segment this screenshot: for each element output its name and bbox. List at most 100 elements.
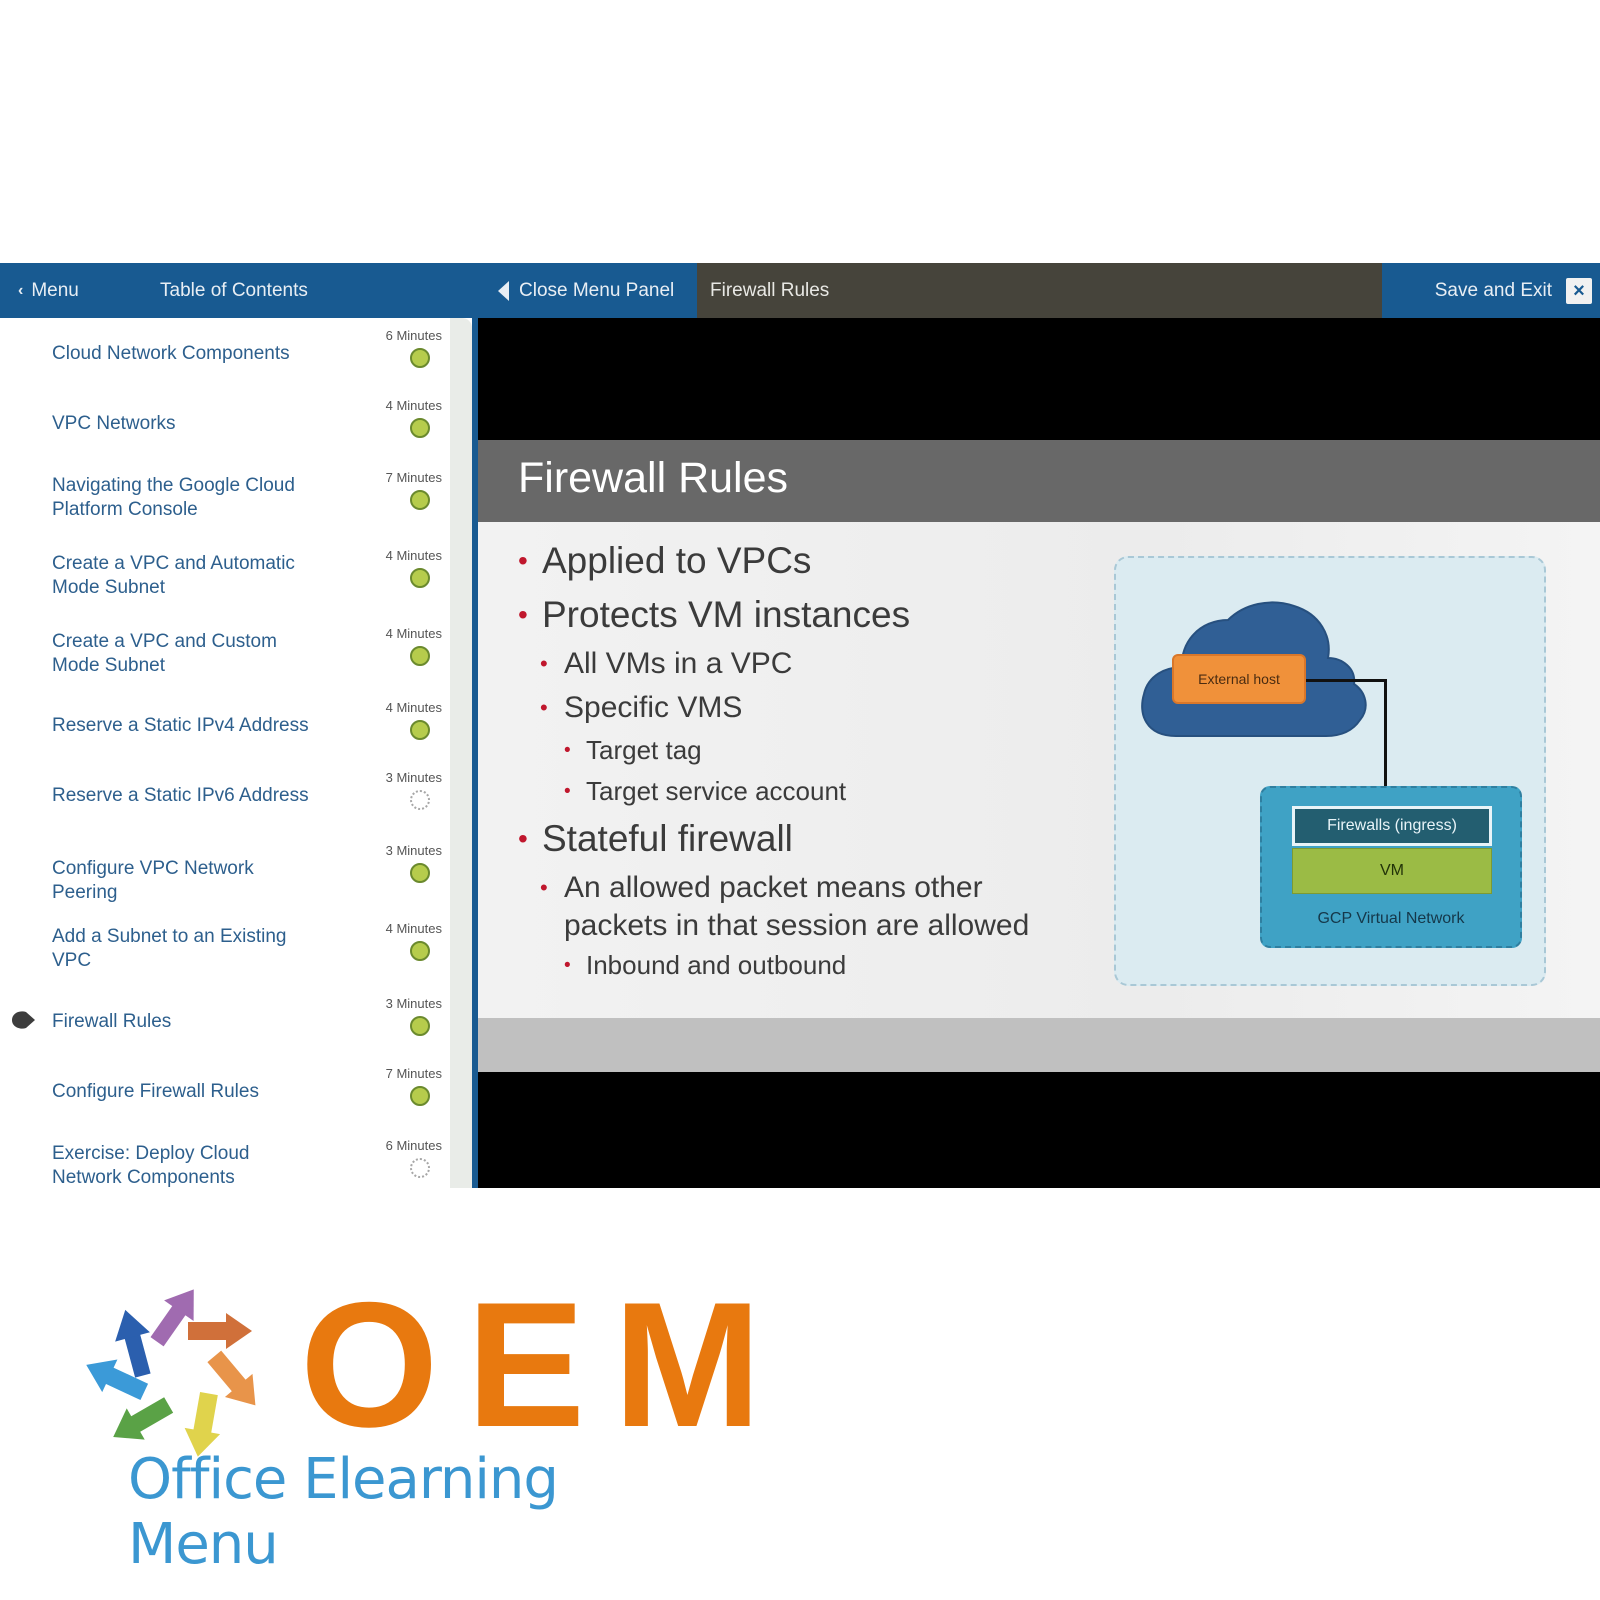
toc-item-duration: 3 Minutes [385,843,442,858]
status-complete-icon [410,646,430,666]
toc-item-duration: 3 Minutes [385,770,442,785]
arrow-icon [150,1289,194,1347]
slide-bullet: • All VMs in a VPC [518,642,1098,686]
toc-item-label: Reserve a Static IPv6 Address [52,785,309,806]
status-complete-icon [410,1086,430,1106]
toc-item-label: VPC Networks [52,413,176,434]
bullet-text: Stateful firewall [542,818,793,859]
player-header: ‹ Menu Table of Contents Close Menu Pane… [0,263,1600,318]
toc-item-duration: 4 Minutes [385,921,442,936]
status-not-started-icon [410,790,430,810]
current-lesson-icon [12,1011,35,1029]
slide: Firewall Rules • Applied to VPCs • Protects… [478,440,1600,1072]
toc-item-duration: 6 Minutes [385,1138,442,1153]
menu-label: Menu [31,279,79,301]
status-complete-icon [410,418,430,438]
toc-item-duration: 4 Minutes [385,548,442,563]
bullet-text: Inbound and outbound [586,950,847,980]
bullet-text: Target service account [586,776,847,806]
bullet-text: Specific VMS [564,691,743,724]
bullet-icon: • [518,545,528,576]
toc-item[interactable]: VPC Networks 4 Minutes [0,398,450,464]
toc-item[interactable]: Create a VPC and Automatic Mode Subnet 4 … [0,548,450,614]
toc-item-duration: 6 Minutes [385,328,442,343]
status-complete-icon [410,720,430,740]
toc-item[interactable]: Reserve a Static IPv4 Address 4 Minutes [0,700,450,766]
toc-item[interactable]: Firewall Rules 3 Minutes [0,996,450,1062]
slide-bullet: • Target tag [518,730,1098,771]
toc-item-label: Configure VPC Network Peering [52,858,254,903]
toc-item[interactable]: Reserve a Static IPv6 Address 3 Minutes [0,770,450,836]
status-complete-icon [410,1016,430,1036]
vm-box: VM [1292,848,1492,894]
lesson-title: Firewall Rules [710,280,830,301]
bullet-text: Applied to VPCs [542,540,812,581]
toc-item-duration: 4 Minutes [385,626,442,641]
arrows-circle-icon [86,1289,256,1457]
toc-item-duration: 7 Minutes [385,1066,442,1081]
status-not-started-icon [410,1158,430,1178]
menu-panel-header: ‹ Menu Table of Contents Close Menu Pane… [0,263,697,318]
toc-item-label: Add a Subnet to an Existing VPC [52,926,287,971]
bullet-text: Protects VM instances [542,594,911,635]
connector-line [1306,679,1386,682]
status-complete-icon [410,490,430,510]
close-menu-panel-button[interactable]: Close Menu Panel [498,263,674,318]
status-complete-icon [410,941,430,961]
video-player[interactable]: Firewall Rules • Applied to VPCs • Protects… [478,318,1600,1188]
logo-wordmark: OEM [300,1265,790,1464]
slide-bullet: • Target service account [518,771,1098,812]
slide-bullet: • Stateful firewall [518,812,1098,866]
save-and-exit-button[interactable]: Save and Exit × [1382,263,1600,318]
toc-item[interactable]: Exercise: Deploy Cloud Network Component… [0,1138,450,1188]
status-complete-icon [410,863,430,883]
bullet-icon: • [564,740,571,761]
bullet-icon: • [518,823,528,854]
table-of-contents-panel: Cloud Network Components 6 Minutes VPC Net… [0,318,472,1188]
arrow-icon [188,1313,252,1349]
close-icon: × [1566,277,1592,304]
external-host-box: External host [1172,654,1306,704]
slide-bullet: • Applied to VPCs [518,534,1098,588]
oem-logo: OEM Office Elearning Menu [80,1275,761,1577]
toc-item-label: Cloud Network Components [52,343,290,364]
status-complete-icon [410,568,430,588]
slide-bullet: • Inbound and outbound [518,945,1098,986]
toc-item[interactable]: Navigating the Google Cloud Platform Con… [0,470,450,536]
firewall-box: Firewalls (ingress) [1292,806,1492,846]
toc-item[interactable]: Configure Firewall Rules 7 Minutes [0,1066,450,1132]
bullet-icon: • [540,875,548,900]
toc-item[interactable]: Create a VPC and Custom Mode Subnet 4 Min… [0,626,450,692]
slide-footer [478,1018,1600,1072]
table-of-contents-heading: Table of Contents [160,280,308,301]
slide-body: • Applied to VPCs • Protects VM instances • A… [478,522,1600,1018]
caret-left-icon [498,280,509,301]
bullet-list: • Applied to VPCs • Protects VM instances • A… [518,534,1098,986]
bullet-text: All VMs in a VPC [564,647,793,680]
slide-bullet: • Protects VM instances [518,588,1098,642]
slide-bullet: • An allowed packet means other packets i… [518,866,1038,945]
toc-scrollbar[interactable] [450,318,472,1188]
slide-title-bar: Firewall Rules [478,440,1600,522]
menu-back-button[interactable]: ‹ Menu [18,263,79,318]
toc-item-label: Exercise: Deploy Cloud Network Component… [52,1143,250,1188]
toc-item-label: Configure Firewall Rules [52,1081,259,1102]
chevron-left-icon: ‹ [18,281,24,299]
bullet-icon: • [564,955,571,976]
toc-item[interactable]: Configure VPC Network Peering 3 Minutes [0,843,450,909]
logo-tagline: Office Elearning Menu [128,1447,559,1577]
toc-item-duration: 7 Minutes [385,470,442,485]
toc-item[interactable]: Add a Subnet to an Existing VPC 4 Minutes [0,921,450,987]
toc-item-label: Create a VPC and Custom Mode Subnet [52,631,277,676]
bullet-icon: • [518,599,528,630]
status-complete-icon [410,348,430,368]
toc-item[interactable]: Cloud Network Components 6 Minutes [0,328,450,394]
toc-item-duration: 4 Minutes [385,398,442,413]
bullet-icon: • [540,651,548,676]
bullet-text: An allowed packet means other packets in… [564,871,1030,942]
bullet-text: Target tag [586,735,702,765]
toc-item-label: Reserve a Static IPv4 Address [52,715,309,736]
slide-bullet: • Specific VMS [518,686,1098,730]
bullet-icon: • [564,781,571,802]
gcp-network-box: Firewalls (ingress) VM GCP Virtual Netwo… [1260,786,1522,948]
